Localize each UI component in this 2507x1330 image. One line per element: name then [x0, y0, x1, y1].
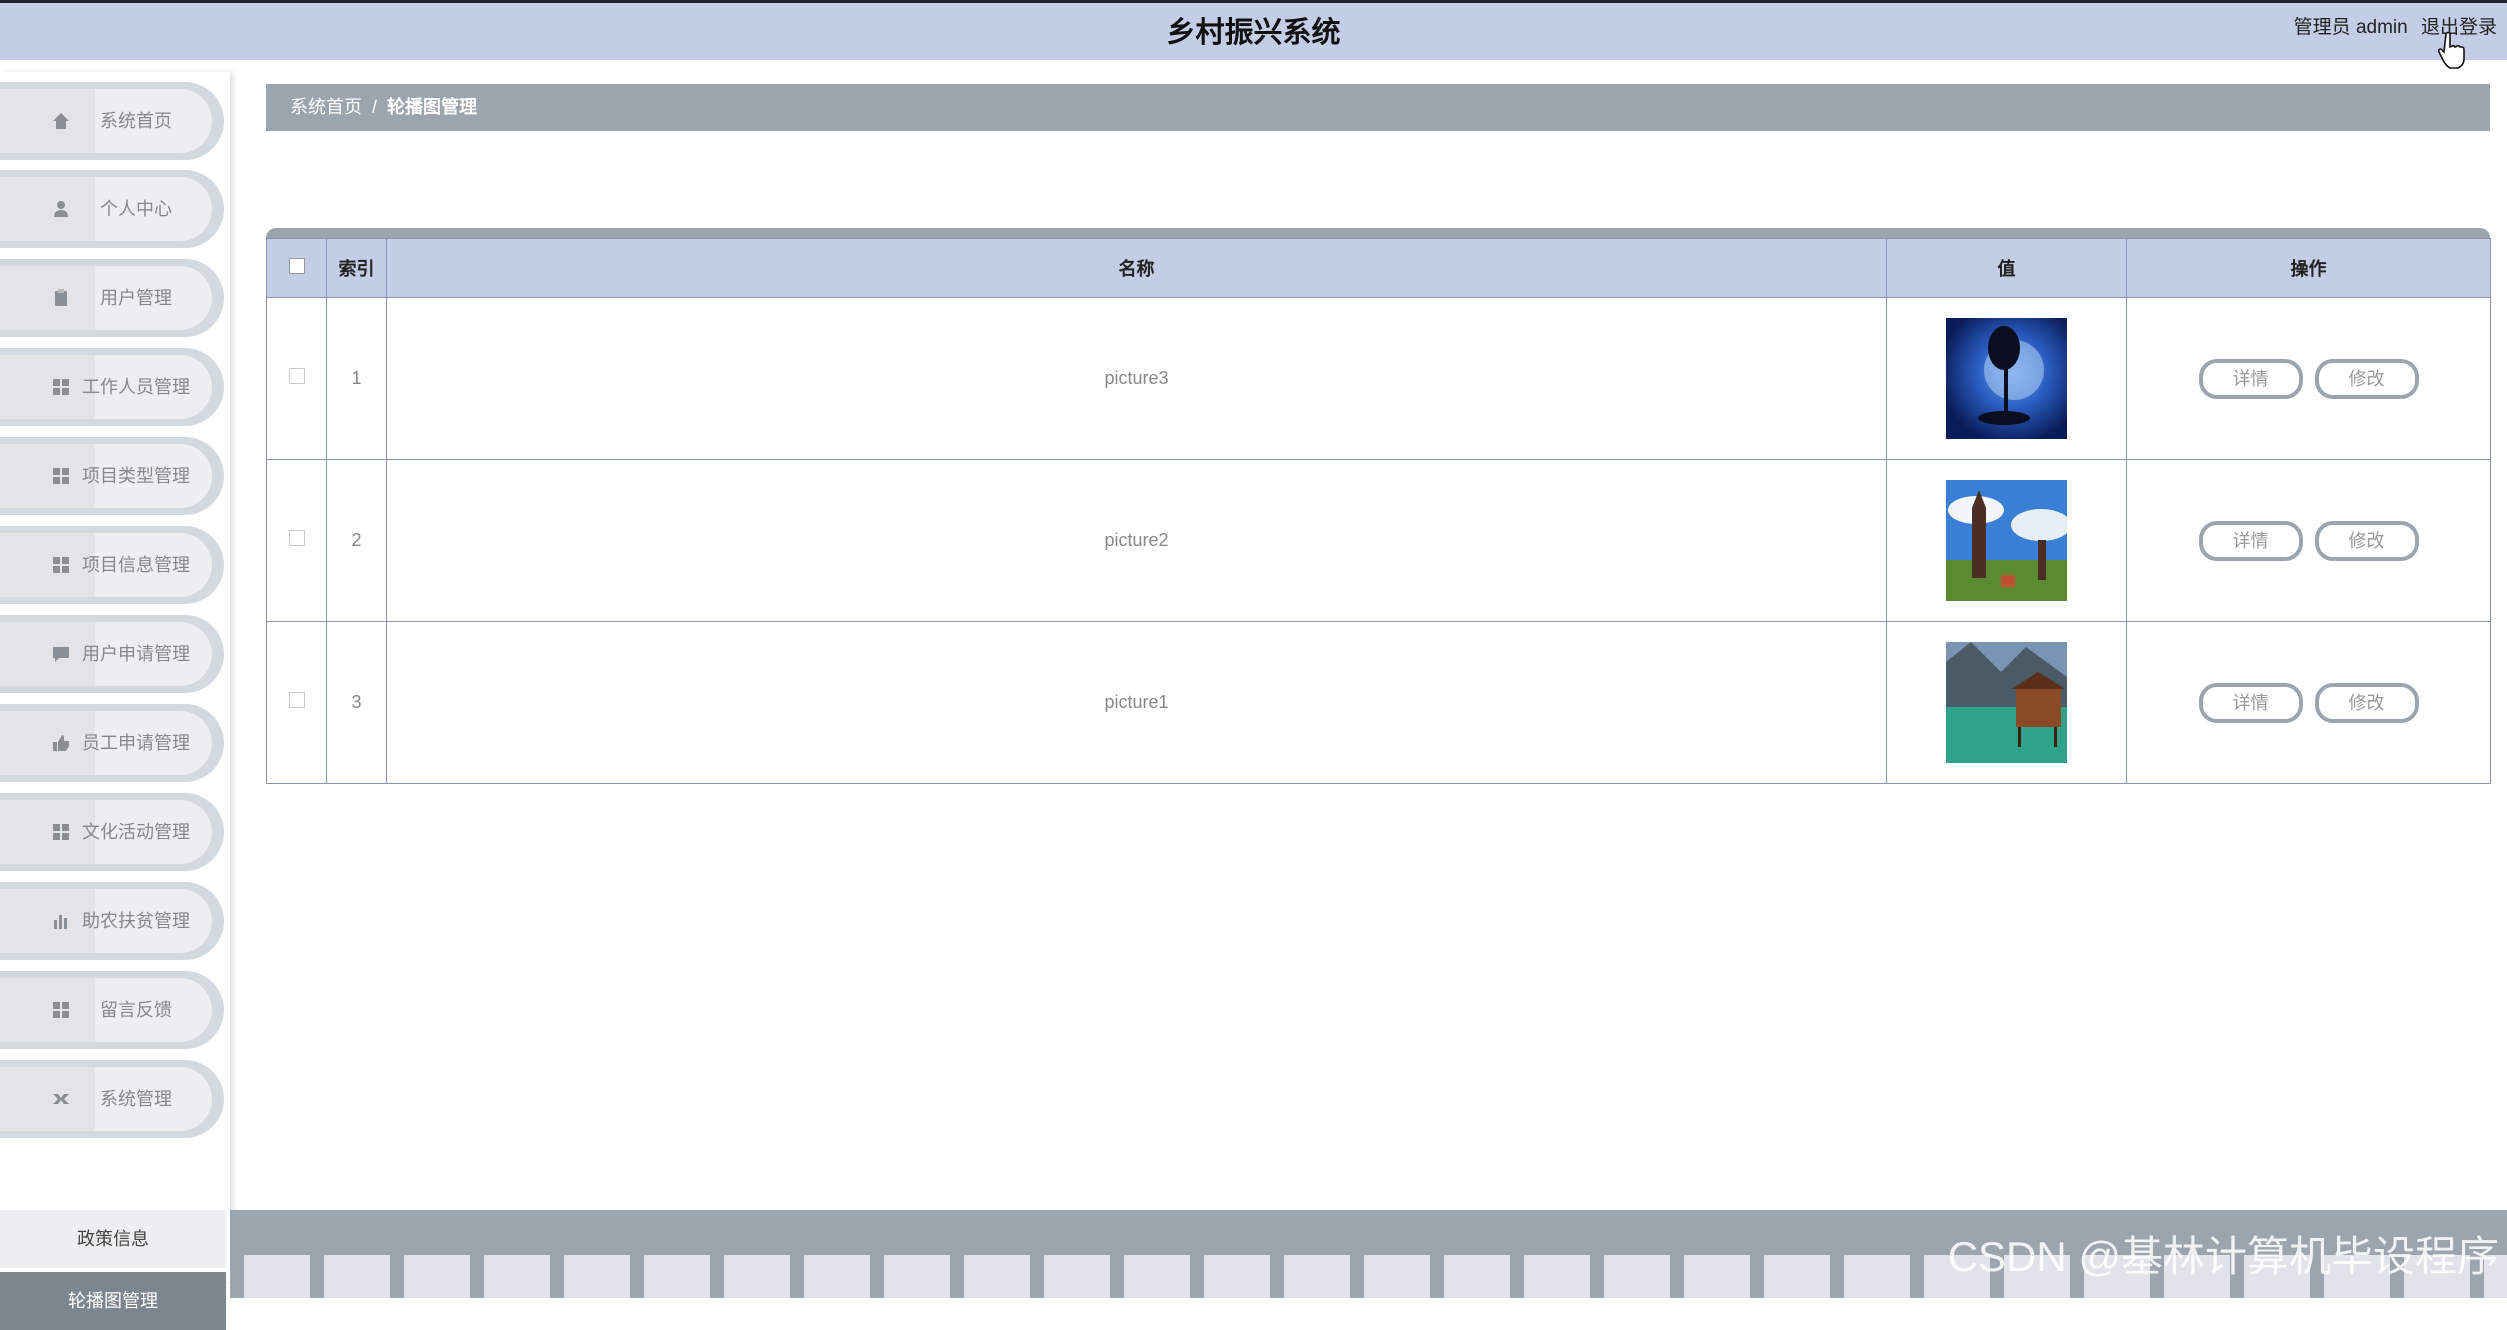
user-area: 管理员 admin 退出登录 [2286, 12, 2497, 39]
watermark-text: CSDN @基林计算机毕设程序 [1947, 1233, 2499, 1280]
sidebar-item-system[interactable]: 系统管理 [0, 1060, 224, 1138]
column-header-actions: 操作 [2126, 238, 2491, 298]
sidebar-item-poverty-aid[interactable]: 助农扶贫管理 [0, 882, 224, 960]
sidebar-item-project-types[interactable]: 项目类型管理 [0, 437, 224, 515]
carousel-thumbnail-image [1946, 318, 2067, 439]
edit-button[interactable]: 修改 [2314, 520, 2419, 561]
sidebar: 系统首页 个人中心 用户管理 工作人员管理 项目类型管理 项目信息管理 用户申请… [0, 72, 230, 1330]
row-value-cell [1886, 297, 2127, 460]
sidebar-item-staff[interactable]: 工作人员管理 [0, 348, 224, 426]
row-name: picture2 [386, 459, 1887, 622]
edit-button[interactable]: 修改 [2314, 358, 2419, 399]
thumb-icon [53, 735, 69, 751]
sidebar-item-label: 留言反馈 [100, 1000, 172, 1020]
breadcrumb-home[interactable]: 系统首页 [290, 97, 362, 117]
carousel-thumbnail-image [1946, 642, 2067, 763]
table-header-row: 索引 名称 值 操作 [266, 238, 2491, 298]
detail-button[interactable]: 详情 [2198, 520, 2303, 561]
home-icon [53, 113, 69, 129]
table-row: 1 picture3 详情 修改 [266, 297, 2491, 460]
grid-icon [53, 468, 69, 484]
row-value-cell [1886, 621, 2127, 784]
app-title: 乡村振兴系统 [1166, 17, 1341, 49]
submenu-item-policy[interactable]: 政策信息 [0, 1210, 226, 1268]
edit-button[interactable]: 修改 [2314, 682, 2419, 723]
row-checkbox[interactable] [288, 692, 305, 708]
carousel-table: 索引 名称 值 操作 1 picture3 详情 修改 2 picture2 详… [266, 228, 2491, 784]
settings-icon [53, 1094, 69, 1104]
bar-chart-icon [54, 915, 67, 929]
table-top-bar [266, 228, 2490, 238]
grid-icon [53, 824, 69, 840]
person-icon [54, 201, 68, 217]
select-all-checkbox[interactable] [288, 257, 305, 274]
sidebar-item-label: 助农扶贫管理 [82, 911, 190, 931]
column-header-name: 名称 [386, 238, 1887, 298]
row-actions: 详情 修改 [2126, 621, 2491, 784]
sidebar-item-label: 个人中心 [100, 199, 172, 219]
sidebar-item-home[interactable]: 系统首页 [0, 82, 224, 160]
sidebar-item-label: 用户管理 [100, 288, 172, 308]
column-header-index: 索引 [326, 238, 387, 298]
row-actions: 详情 修改 [2126, 459, 2491, 622]
row-index: 3 [326, 621, 387, 784]
detail-button[interactable]: 详情 [2198, 358, 2303, 399]
carousel-thumbnail-image [1946, 480, 2067, 601]
row-checkbox[interactable] [288, 530, 305, 546]
row-checkbox[interactable] [288, 368, 305, 384]
row-index: 1 [326, 297, 387, 460]
sidebar-item-label: 工作人员管理 [82, 377, 190, 397]
row-name: picture3 [386, 297, 1887, 460]
table-row: 2 picture2 详情 修改 [266, 459, 2491, 622]
row-actions: 详情 修改 [2126, 297, 2491, 460]
grid-icon [53, 557, 69, 573]
row-value-cell [1886, 459, 2127, 622]
sidebar-item-feedback[interactable]: 留言反馈 [0, 971, 224, 1049]
sidebar-item-users[interactable]: 用户管理 [0, 259, 224, 337]
grid-icon [53, 1002, 69, 1018]
breadcrumb-current: 轮播图管理 [387, 97, 478, 117]
hand-cursor-icon [2437, 31, 2465, 69]
breadcrumb: 系统首页 / 轮播图管理 [266, 84, 2490, 131]
select-all-cell [266, 238, 327, 298]
sidebar-item-label: 系统首页 [100, 111, 172, 131]
sidebar-item-label: 员工申请管理 [82, 733, 190, 753]
footer-bar: CSDN @基林计算机毕设程序 [230, 1210, 2507, 1298]
submenu-item-carousel-active[interactable]: 轮播图管理 [0, 1272, 226, 1330]
sidebar-item-project-info[interactable]: 项目信息管理 [0, 526, 224, 604]
sidebar-item-label: 系统管理 [100, 1089, 172, 1109]
table-row: 3 picture1 详情 修改 [266, 621, 2491, 784]
row-index: 2 [326, 459, 387, 622]
row-name: picture1 [386, 621, 1887, 784]
sidebar-item-label: 项目信息管理 [82, 555, 190, 575]
sidebar-item-profile[interactable]: 个人中心 [0, 170, 224, 248]
user-label: 管理员 admin [2293, 17, 2408, 38]
sidebar-item-label: 用户申请管理 [82, 644, 190, 664]
detail-button[interactable]: 详情 [2198, 682, 2303, 723]
sidebar-item-label: 项目类型管理 [82, 466, 190, 486]
breadcrumb-separator: / [372, 97, 378, 117]
clipboard-icon [55, 289, 67, 306]
sidebar-item-culture[interactable]: 文化活动管理 [0, 793, 224, 871]
column-header-value: 值 [1886, 238, 2127, 298]
chat-icon [53, 647, 69, 662]
sidebar-item-user-applications[interactable]: 用户申请管理 [0, 615, 224, 693]
grid-icon [53, 379, 69, 395]
sidebar-item-staff-applications[interactable]: 员工申请管理 [0, 704, 224, 782]
top-header: 乡村振兴系统 管理员 admin 退出登录 [0, 0, 2507, 60]
sidebar-item-label: 文化活动管理 [82, 822, 190, 842]
